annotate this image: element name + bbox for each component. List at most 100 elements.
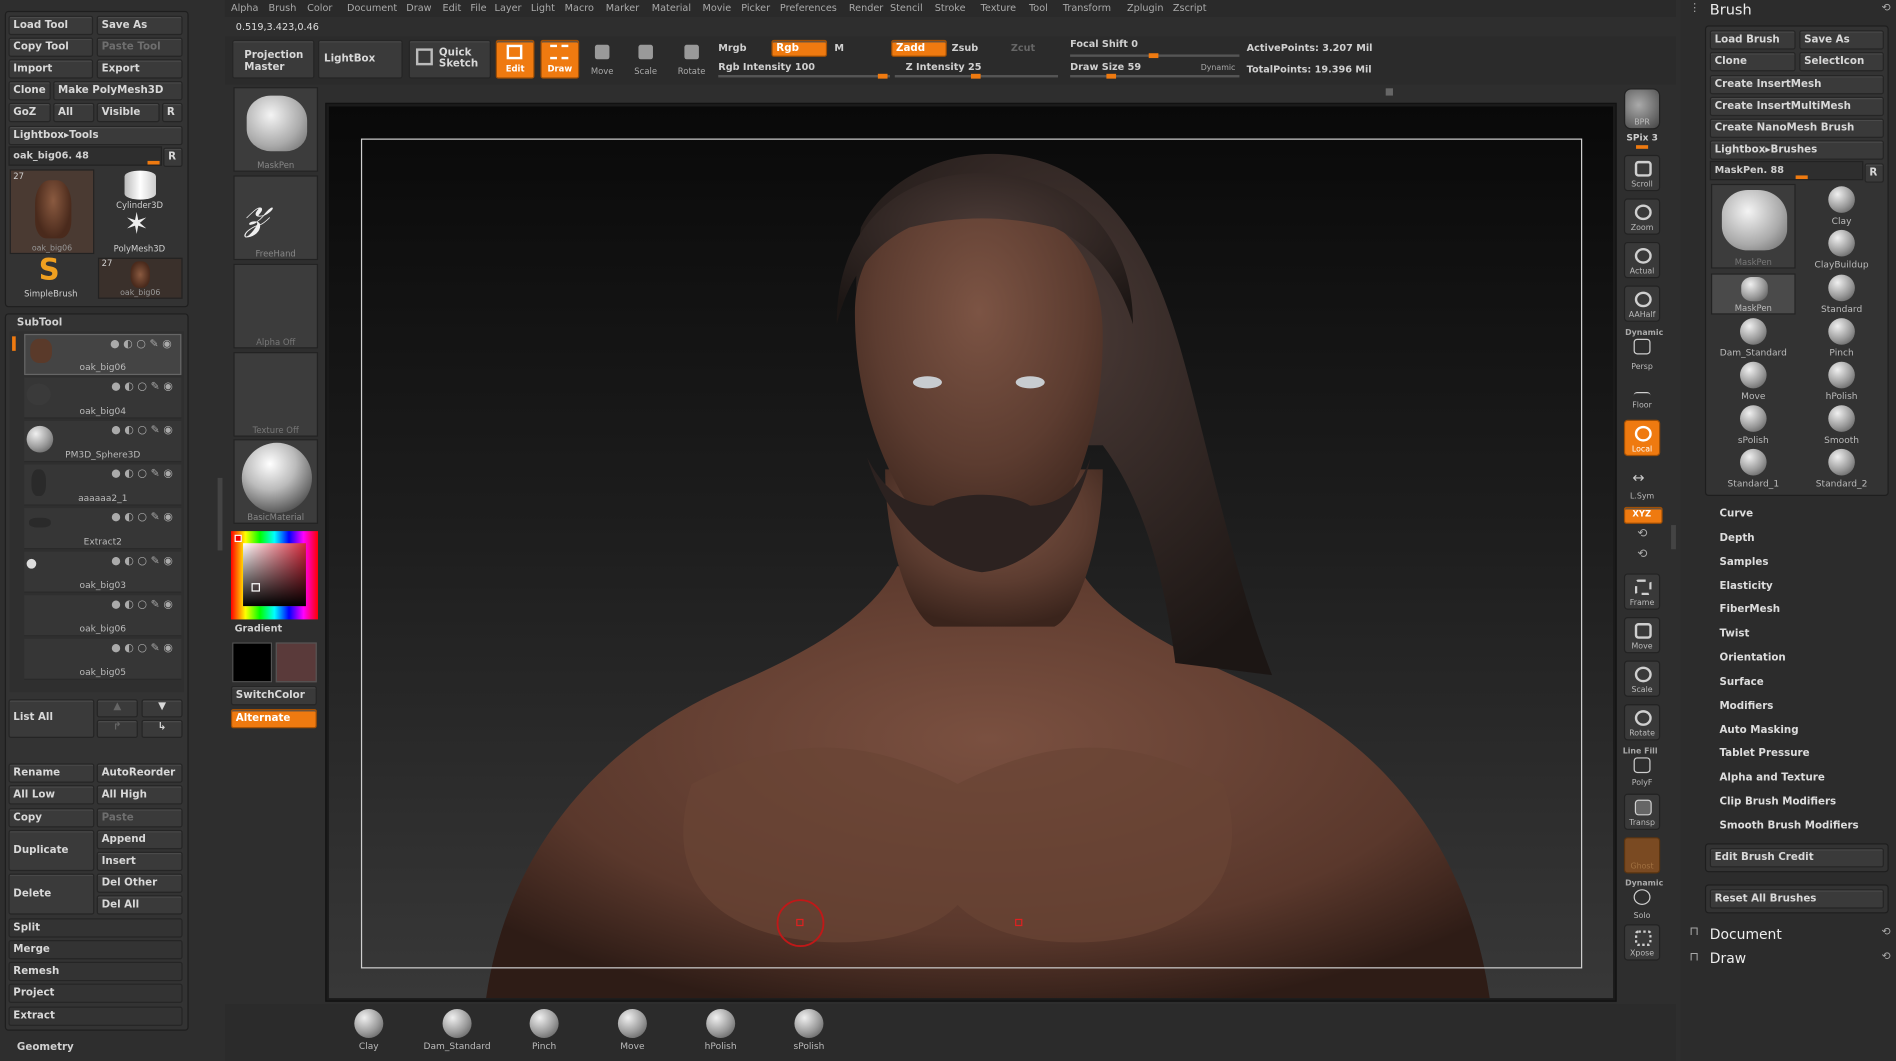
mrgb-toggle[interactable]: Mrgb [718, 42, 746, 53]
zcut-toggle[interactable]: Zcut [1011, 42, 1035, 53]
all-high-button[interactable]: All High [96, 785, 183, 805]
subtool-item[interactable]: ●◐○✎◉ oak_big03 [24, 551, 182, 593]
brush-palette-title[interactable]: Brush [1710, 1, 1752, 18]
xyz-button[interactable]: XYZ [1623, 506, 1663, 524]
rgb-intensity-slider[interactable]: Rgb Intensity 100 [718, 62, 815, 73]
rotate-view-button[interactable]: Rotate [1623, 704, 1661, 741]
subtool-toggle-icons[interactable]: ●◐○✎◉ [111, 512, 176, 524]
save-as-button[interactable]: Save As [96, 15, 183, 36]
brush-standard[interactable]: Standard [1805, 274, 1878, 315]
left-tray-handle[interactable] [217, 477, 223, 551]
section-curve[interactable]: Curve [1719, 508, 1753, 520]
color-hue-marker[interactable] [234, 534, 242, 542]
section-modifiers[interactable]: Modifiers [1719, 700, 1773, 712]
stroke-selector[interactable]: 𝓏 FreeHand [233, 175, 319, 261]
transp-button[interactable]: Transp [1623, 793, 1661, 830]
goz-button[interactable]: GoZ [8, 102, 51, 123]
zadd-toggle[interactable]: Zadd [891, 39, 947, 57]
edit-brush-credit-button[interactable]: Edit Brush Credit [1709, 848, 1884, 868]
bottom-brush-clay[interactable]: Clay [333, 1008, 406, 1051]
menu-transform[interactable]: Transform [1063, 2, 1111, 13]
brush-claybuildup[interactable]: ClayBuildup [1805, 229, 1878, 270]
section-fibermesh[interactable]: FiberMesh [1719, 604, 1780, 616]
menu-draw[interactable]: Draw [406, 2, 431, 13]
menu-zscript[interactable]: Zscript [1173, 2, 1207, 13]
delete-button[interactable]: Delete [8, 873, 95, 915]
bottom-brush-move[interactable]: Move [596, 1008, 669, 1051]
import-button[interactable]: Import [8, 59, 94, 79]
subtool-up-button[interactable]: ▲ [96, 699, 138, 718]
goz-all-button[interactable]: All [53, 102, 95, 123]
merge-section[interactable]: Merge [8, 940, 183, 960]
menu-edit[interactable]: Edit [443, 2, 462, 13]
brush-save-as-button[interactable]: Save As [1799, 30, 1884, 50]
subtool-move-down-button[interactable]: ↳ [141, 719, 183, 738]
color-picker[interactable] [230, 531, 319, 620]
insert-button[interactable]: Insert [96, 851, 183, 872]
subtool-toggle-icons[interactable]: ●◐○✎◉ [111, 642, 176, 654]
subtool-item[interactable]: ●◐○✎◉ aaaaaa2_1 [24, 464, 182, 506]
z-intensity-handle[interactable] [970, 73, 981, 79]
brush-hpolish[interactable]: hPolish [1805, 361, 1878, 402]
copy-button[interactable]: Copy [8, 808, 95, 828]
subtool-toggle-icons[interactable]: ●◐○✎◉ [111, 425, 176, 437]
canvas-resize-handle[interactable] [1385, 88, 1393, 96]
draw-palette-title[interactable]: Draw [1710, 950, 1746, 967]
brush-move[interactable]: Move [1717, 361, 1790, 402]
section-depth[interactable]: Depth [1719, 532, 1754, 544]
brush-pinch[interactable]: Pinch [1805, 318, 1878, 358]
clone-button[interactable]: Clone [8, 81, 51, 101]
menu-color[interactable]: Color [307, 2, 332, 13]
document-dock-icon[interactable]: ⊓ [1689, 926, 1698, 939]
brush-selector[interactable]: MaskPen [233, 87, 319, 172]
cylinder3d-icon[interactable] [124, 170, 156, 200]
del-other-button[interactable]: Del Other [96, 873, 183, 893]
zoom-button[interactable]: Zoom [1623, 198, 1661, 235]
switch-color-button[interactable]: SwitchColor [230, 685, 317, 706]
subtool-toggle-icons[interactable]: ●◐○✎◉ [111, 468, 176, 480]
spix-handle[interactable] [1636, 145, 1649, 149]
subtool-item[interactable]: ●◐○✎◉ oak_big05 [24, 638, 182, 680]
copy-tool-button[interactable]: Copy Tool [8, 37, 94, 57]
brush-spolish[interactable]: sPolish [1717, 405, 1790, 445]
paste-tool-button[interactable]: Paste Tool [96, 37, 183, 57]
rgb-toggle[interactable]: Rgb [771, 39, 828, 57]
lsym-button[interactable]: ↔ L.Sym [1624, 466, 1660, 502]
color-picker-cursor[interactable] [251, 583, 260, 592]
tool-thumb-oak-big06-small[interactable]: 27 oak_big06 [97, 257, 183, 299]
section-surface[interactable]: Surface [1719, 676, 1763, 688]
persp-button[interactable]: Persp [1624, 336, 1660, 372]
brush-standard-1[interactable]: Standard_1 [1717, 448, 1790, 489]
simplebrush-icon[interactable]: S [39, 254, 60, 285]
subtool-toggle-icons[interactable]: ●◐○✎◉ [111, 599, 176, 611]
brush-big-thumb[interactable]: MaskPen [1710, 183, 1796, 269]
main-color-swatch[interactable] [275, 642, 317, 683]
section-elasticity[interactable]: Elasticity [1719, 581, 1772, 593]
draw-size-handle[interactable] [1106, 73, 1117, 79]
menu-brush[interactable]: Brush [268, 2, 296, 13]
menu-render[interactable]: Render [849, 2, 883, 13]
menu-stroke[interactable]: Stroke [935, 2, 966, 13]
section-tablet-pressure[interactable]: Tablet Pressure [1719, 748, 1809, 760]
bpr-button[interactable]: BPR [1623, 88, 1661, 130]
paste-button[interactable]: Paste [96, 808, 183, 828]
frame-button[interactable]: Frame [1623, 573, 1661, 610]
bottom-brush-dam-standard[interactable]: Dam_Standard [421, 1008, 494, 1051]
lightbox-button[interactable]: LightBox [318, 39, 403, 79]
all-low-button[interactable]: All Low [8, 785, 95, 805]
rotate-y-icon[interactable]: ⟲ [1637, 527, 1647, 540]
document-collapse-icon[interactable]: ⟲ [1881, 927, 1890, 939]
subtool-item[interactable]: ●◐○✎◉ PM3D_Sphere3D [24, 421, 182, 463]
autoreorder-button[interactable]: AutoReorder [96, 763, 183, 783]
remesh-section[interactable]: Remesh [8, 961, 183, 982]
duplicate-button[interactable]: Duplicate [8, 829, 95, 872]
section-smooth-brush-modifiers[interactable]: Smooth Brush Modifiers [1719, 820, 1858, 832]
make-polymesh-button[interactable]: Make PolyMesh3D [53, 81, 183, 101]
rename-button[interactable]: Rename [8, 763, 95, 783]
menu-stencil[interactable]: Stencil [890, 2, 923, 13]
load-brush-button[interactable]: Load Brush [1709, 30, 1796, 50]
color-picker-square[interactable] [243, 543, 306, 607]
goz-r-button[interactable]: R [162, 102, 183, 123]
palette-close-icon[interactable]: ⟲ [1881, 2, 1890, 14]
menu-texture[interactable]: Texture [981, 2, 1016, 13]
